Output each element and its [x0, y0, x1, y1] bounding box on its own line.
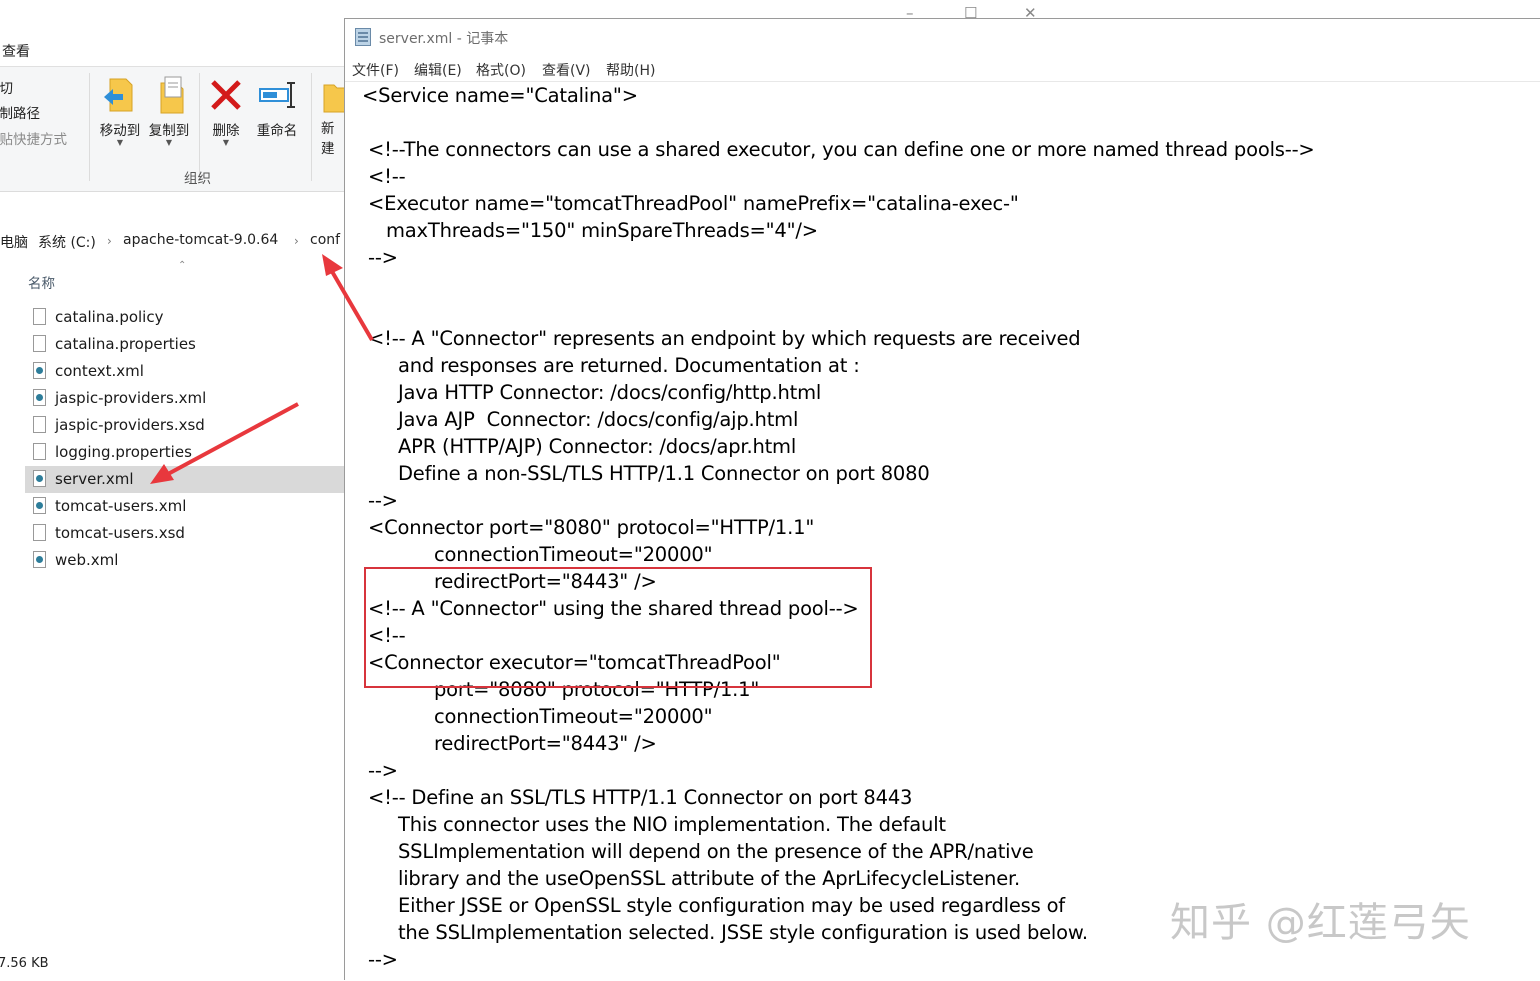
- menu-bar: 文件(F) 编辑(E) 格式(O) 查看(V) 帮助(H): [345, 57, 1540, 82]
- new-folder-button[interactable]: 新建文件夹: [312, 75, 344, 155]
- code-line: -->: [362, 246, 398, 269]
- xml-file-icon: [33, 362, 46, 379]
- chevron-right-icon: ›: [107, 234, 112, 248]
- file-row[interactable]: catalina.properties: [25, 331, 345, 358]
- code-line: -->: [362, 489, 398, 512]
- code-line: Define a non-SSL/TLS HTTP/1.1 Connector …: [362, 462, 930, 485]
- code-line: <Connector port="8080" protocol="HTTP/1.…: [362, 516, 815, 539]
- file-row[interactable]: context.xml: [25, 358, 345, 385]
- menu-edit[interactable]: 编辑(E): [414, 60, 462, 80]
- file-row[interactable]: jaspic-providers.xsd: [25, 412, 345, 439]
- code-line: Either JSSE or OpenSSL style configurati…: [362, 894, 1065, 917]
- tab-view[interactable]: 查看: [2, 41, 30, 61]
- group-label-organize: 组织: [184, 171, 211, 187]
- xml-file-icon: [33, 497, 46, 514]
- code-line: <!-- A "Connector" represents an endpoin…: [362, 327, 1081, 350]
- delete-x-icon: [206, 75, 246, 115]
- file-row[interactable]: tomcat-users.xml: [25, 493, 345, 520]
- delete-button[interactable]: 删除 ▼: [200, 75, 252, 155]
- window-title: server.xml - 记事本: [379, 31, 509, 47]
- copy-path-button[interactable]: 复制路径: [0, 102, 40, 122]
- file-icon: [33, 308, 46, 325]
- breadcrumb-current[interactable]: conf: [310, 232, 340, 248]
- file-row-selected[interactable]: server.xml: [25, 466, 345, 493]
- code-line: Java HTTP Connector: /docs/config/http.h…: [362, 381, 822, 404]
- status-size: 7.56 KB: [0, 956, 49, 971]
- file-row[interactable]: logging.properties: [25, 439, 345, 466]
- code-line: Java AJP Connector: /docs/config/ajp.htm…: [362, 408, 799, 431]
- ribbon-toolbar: 剪切 复制路径 粘贴快捷方式 移动到 ▼ 复制到 ▼ 删除 ▼: [0, 66, 344, 192]
- move-to-button[interactable]: 移动到 ▼: [94, 75, 146, 155]
- code-line: <!--The connectors can use a shared exec…: [362, 138, 1315, 161]
- code-line: -->: [362, 948, 398, 971]
- file-icon: [33, 416, 46, 433]
- file-icon: [33, 524, 46, 541]
- xml-file-icon: [33, 389, 46, 406]
- sort-ascending-icon: ⌃: [178, 260, 187, 271]
- file-list: ⌃ 名称 catalina.policy catalina.properties…: [0, 258, 345, 948]
- breadcrumb-drive[interactable]: 系统 (C:): [38, 232, 96, 252]
- code-line: <Service name="Catalina">: [362, 84, 638, 107]
- code-line: the SSLImplementation selected. JSSE sty…: [362, 921, 1088, 944]
- copy-to-button[interactable]: 复制到 ▼: [143, 75, 195, 155]
- notepad-icon: [355, 28, 371, 46]
- menu-help[interactable]: 帮助(H): [606, 60, 655, 80]
- file-icon: [33, 335, 46, 352]
- chevron-right-icon: ›: [22, 234, 27, 248]
- move-to-icon: [100, 75, 140, 115]
- code-line: connectionTimeout="20000": [362, 543, 713, 566]
- xml-file-icon: [33, 551, 46, 568]
- chevron-right-icon: ›: [294, 234, 299, 248]
- watermark-text: 知乎 @红莲弓矢: [1170, 900, 1471, 946]
- rename-icon: [257, 75, 297, 115]
- code-line: <Executor name="tomcatThreadPool" namePr…: [362, 192, 1019, 215]
- code-line: and responses are returned. Documentatio…: [362, 354, 860, 377]
- code-line: SSLImplementation will depend on the pre…: [362, 840, 1034, 863]
- ribbon-separator: [89, 73, 90, 181]
- notepad-titlebar: server.xml - 记事本: [345, 19, 1540, 55]
- file-row[interactable]: jaspic-providers.xml: [25, 385, 345, 412]
- code-line: <!-- Define an SSL/TLS HTTP/1.1 Connecto…: [362, 786, 913, 809]
- breadcrumb[interactable]: 此电脑 › 系统 (C:) › apache-tomcat-9.0.64 › c…: [0, 226, 344, 256]
- text-editor[interactable]: <Service name="Catalina"> <!--The connec…: [345, 82, 1540, 981]
- notepad-window: server.xml - 记事本 文件(F) 编辑(E) 格式(O) 查看(V)…: [344, 18, 1540, 981]
- file-icon: [33, 443, 46, 460]
- paste-shortcut-button[interactable]: 粘贴快捷方式: [0, 128, 67, 148]
- menu-file[interactable]: 文件(F): [352, 60, 399, 80]
- copy-to-icon: [149, 75, 189, 115]
- menu-format[interactable]: 格式(O): [476, 60, 526, 80]
- cut-button[interactable]: 剪切: [0, 77, 13, 97]
- xml-file-icon: [33, 470, 46, 487]
- rename-button[interactable]: 重命名: [251, 75, 303, 155]
- column-header-name[interactable]: 名称: [28, 272, 55, 292]
- file-row[interactable]: catalina.policy: [25, 304, 345, 331]
- code-line: <: [362, 975, 384, 981]
- code-line: connectionTimeout="20000": [362, 705, 713, 728]
- code-line: maxThreads="150" minSpareThreads="4"/>: [362, 219, 818, 242]
- code-line: -->: [362, 759, 398, 782]
- code-line: redirectPort="8443" />: [362, 732, 657, 755]
- menu-view[interactable]: 查看(V): [542, 60, 591, 80]
- ribbon-tabs: 查看: [0, 36, 344, 66]
- code-line: <!--: [362, 165, 406, 188]
- highlight-box: [364, 567, 872, 688]
- code-line: This connector uses the NIO implementati…: [362, 813, 946, 836]
- file-row[interactable]: web.xml: [25, 547, 345, 574]
- file-row[interactable]: tomcat-users.xsd: [25, 520, 345, 547]
- new-folder-icon: [312, 75, 344, 115]
- code-line: library and the useOpenSSL attribute of …: [362, 867, 1021, 890]
- code-line: APR (HTTP/AJP) Connector: /docs/apr.html: [362, 435, 797, 458]
- breadcrumb-folder[interactable]: apache-tomcat-9.0.64: [123, 232, 278, 248]
- status-bar: 7.56 KB: [0, 950, 344, 980]
